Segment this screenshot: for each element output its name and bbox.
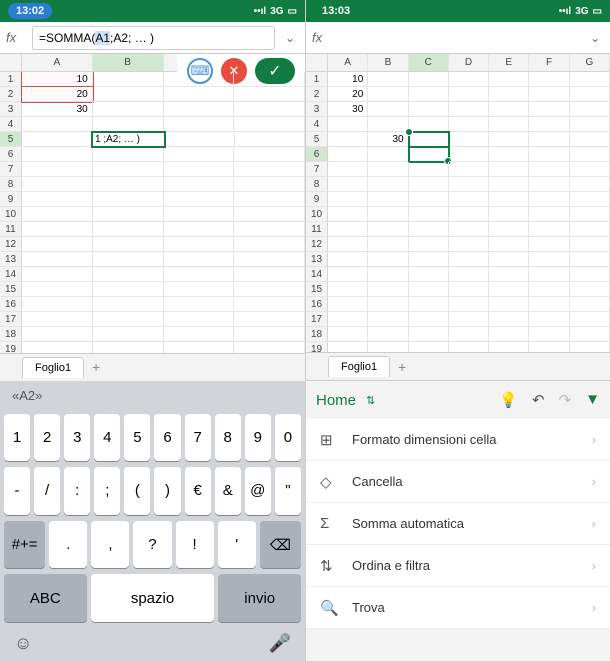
ribbon-item-icon: Σ (320, 515, 338, 532)
key[interactable]: ' (218, 521, 256, 569)
key[interactable]: 1 (4, 414, 30, 462)
key[interactable]: ( (124, 467, 150, 515)
key[interactable]: 0 (275, 414, 301, 462)
lightbulb-icon[interactable]: 💡 (499, 391, 518, 409)
key[interactable]: / (34, 467, 60, 515)
signal-icon: ••ıl (254, 6, 267, 17)
key-backspace[interactable]: ⌫ (260, 521, 301, 569)
keyboard: «A2» 1234567890 -/:;()€&@" #+=.,?!'⌫ ABC… (0, 381, 305, 661)
key[interactable]: 8 (215, 414, 241, 462)
ribbon-item[interactable]: 🔍 Trova › (306, 587, 610, 629)
column-headers: A B C D E F G (306, 54, 610, 72)
ribbon-item[interactable]: ⇅ Ordina e filtra › (306, 545, 610, 587)
key[interactable]: 6 (154, 414, 180, 462)
status-bar: 13:03 ••ıl3G▭ (306, 0, 610, 22)
ribbon-item-label: Trova (352, 600, 385, 615)
col-B[interactable]: B (93, 54, 164, 71)
ribbon-item[interactable]: ◇ Cancella › (306, 461, 610, 503)
key[interactable]: - (4, 467, 30, 515)
key[interactable]: : (64, 467, 90, 515)
signal-icon: ••ıl (559, 6, 572, 17)
sheet-tab[interactable]: Foglio1 (22, 357, 84, 378)
key[interactable]: @ (245, 467, 271, 515)
key[interactable]: ! (176, 521, 214, 569)
key[interactable]: ; (94, 467, 120, 515)
ribbon-item-label: Cancella (352, 474, 403, 489)
chevron-down-icon[interactable]: ⌄ (281, 31, 299, 45)
ribbon-item-icon: 🔍 (320, 599, 338, 617)
battery-icon: ▭ (593, 6, 602, 17)
key[interactable]: ? (133, 521, 171, 569)
key[interactable]: & (215, 467, 241, 515)
cell-A2[interactable]: 20 (22, 87, 93, 102)
ribbon-item-label: Ordina e filtra (352, 558, 430, 573)
ribbon-home[interactable]: Home (316, 392, 356, 409)
undo-icon[interactable]: ↶ (532, 391, 545, 409)
key[interactable]: ) (154, 467, 180, 515)
fx-icon: fx (312, 30, 332, 45)
key[interactable]: 4 (94, 414, 120, 462)
spreadsheet-grid[interactable]: 110 220 330 4 51 ;A2; … ) for(let i=6;i<… (0, 72, 305, 353)
mic-icon[interactable]: 🎤 (269, 633, 291, 654)
ribbon-item-icon: ◇ (320, 473, 338, 491)
collapse-icon[interactable]: ▼ (585, 391, 600, 409)
emoji-icon[interactable]: ☺ (14, 633, 32, 654)
formula-bar: fx =SOMMA( A1 ;A2; … ) ⌄ (0, 22, 305, 54)
time: 13:02 (8, 3, 52, 19)
chevron-right-icon: › (592, 432, 596, 447)
updown-icon[interactable]: ⇅ (366, 394, 375, 407)
chevron-right-icon: › (592, 600, 596, 615)
cell-A3[interactable]: 30 (22, 102, 93, 117)
col-A[interactable]: A (22, 54, 93, 71)
cell-B5[interactable]: 1 ;A2; … ) (92, 132, 165, 147)
ribbon: Home ⇅ 💡 ↶ ↷ ▼ ⊞ Formato dimensioni cella… (306, 380, 610, 661)
spreadsheet-grid[interactable]: 110 220 330 4 530 6 for(let i=7;i<=22;i+… (306, 72, 610, 352)
cell-C6[interactable] (409, 147, 449, 162)
key[interactable]: " (275, 467, 301, 515)
formula-input[interactable]: =SOMMA( A1 ;A2; … ) (32, 26, 275, 50)
cell-A1[interactable]: 10 (22, 72, 93, 87)
status-bar: 13:02 ••ıl3G▭ (0, 0, 305, 22)
chevron-right-icon: › (592, 516, 596, 531)
key[interactable]: € (185, 467, 211, 515)
key[interactable]: 9 (245, 414, 271, 462)
ribbon-item-icon: ⇅ (320, 557, 338, 575)
key-symbols[interactable]: #+= (4, 521, 45, 569)
key[interactable]: 2 (34, 414, 60, 462)
fx-icon: fx (6, 30, 26, 45)
ribbon-item-icon: ⊞ (320, 431, 338, 449)
key[interactable]: 3 (64, 414, 90, 462)
battery-icon: ▭ (288, 6, 297, 17)
key[interactable]: . (49, 521, 87, 569)
add-sheet-button[interactable]: + (390, 359, 414, 375)
chevron-right-icon: › (592, 558, 596, 573)
time: 13:03 (314, 3, 358, 19)
key[interactable]: 5 (124, 414, 150, 462)
chevron-down-icon[interactable]: ⌄ (586, 31, 604, 45)
cell-C5[interactable] (409, 132, 449, 147)
add-sheet-button[interactable]: + (84, 359, 108, 375)
key-space[interactable]: spazio (91, 574, 215, 622)
key[interactable]: 7 (185, 414, 211, 462)
sheet-tab[interactable]: Foglio1 (328, 356, 390, 377)
sheet-tabs: Foglio1 + (306, 352, 610, 380)
key[interactable]: , (91, 521, 129, 569)
cell-B5[interactable]: 30 (368, 132, 408, 147)
ribbon-item[interactable]: ⊞ Formato dimensioni cella › (306, 419, 610, 461)
redo-icon[interactable]: ↷ (559, 391, 572, 409)
sheet-tabs: Foglio1 + (0, 353, 305, 381)
suggestion-bar[interactable]: «A2» (0, 381, 305, 411)
ribbon-item[interactable]: Σ Somma automatica › (306, 503, 610, 545)
formula-input[interactable] (338, 26, 580, 50)
ribbon-item-label: Somma automatica (352, 516, 464, 531)
chevron-right-icon: › (592, 474, 596, 489)
key-enter[interactable]: invio (218, 574, 301, 622)
ribbon-item-label: Formato dimensioni cella (352, 432, 497, 447)
key-abc[interactable]: ABC (4, 574, 87, 622)
formula-bar: fx ⌄ (306, 22, 610, 54)
